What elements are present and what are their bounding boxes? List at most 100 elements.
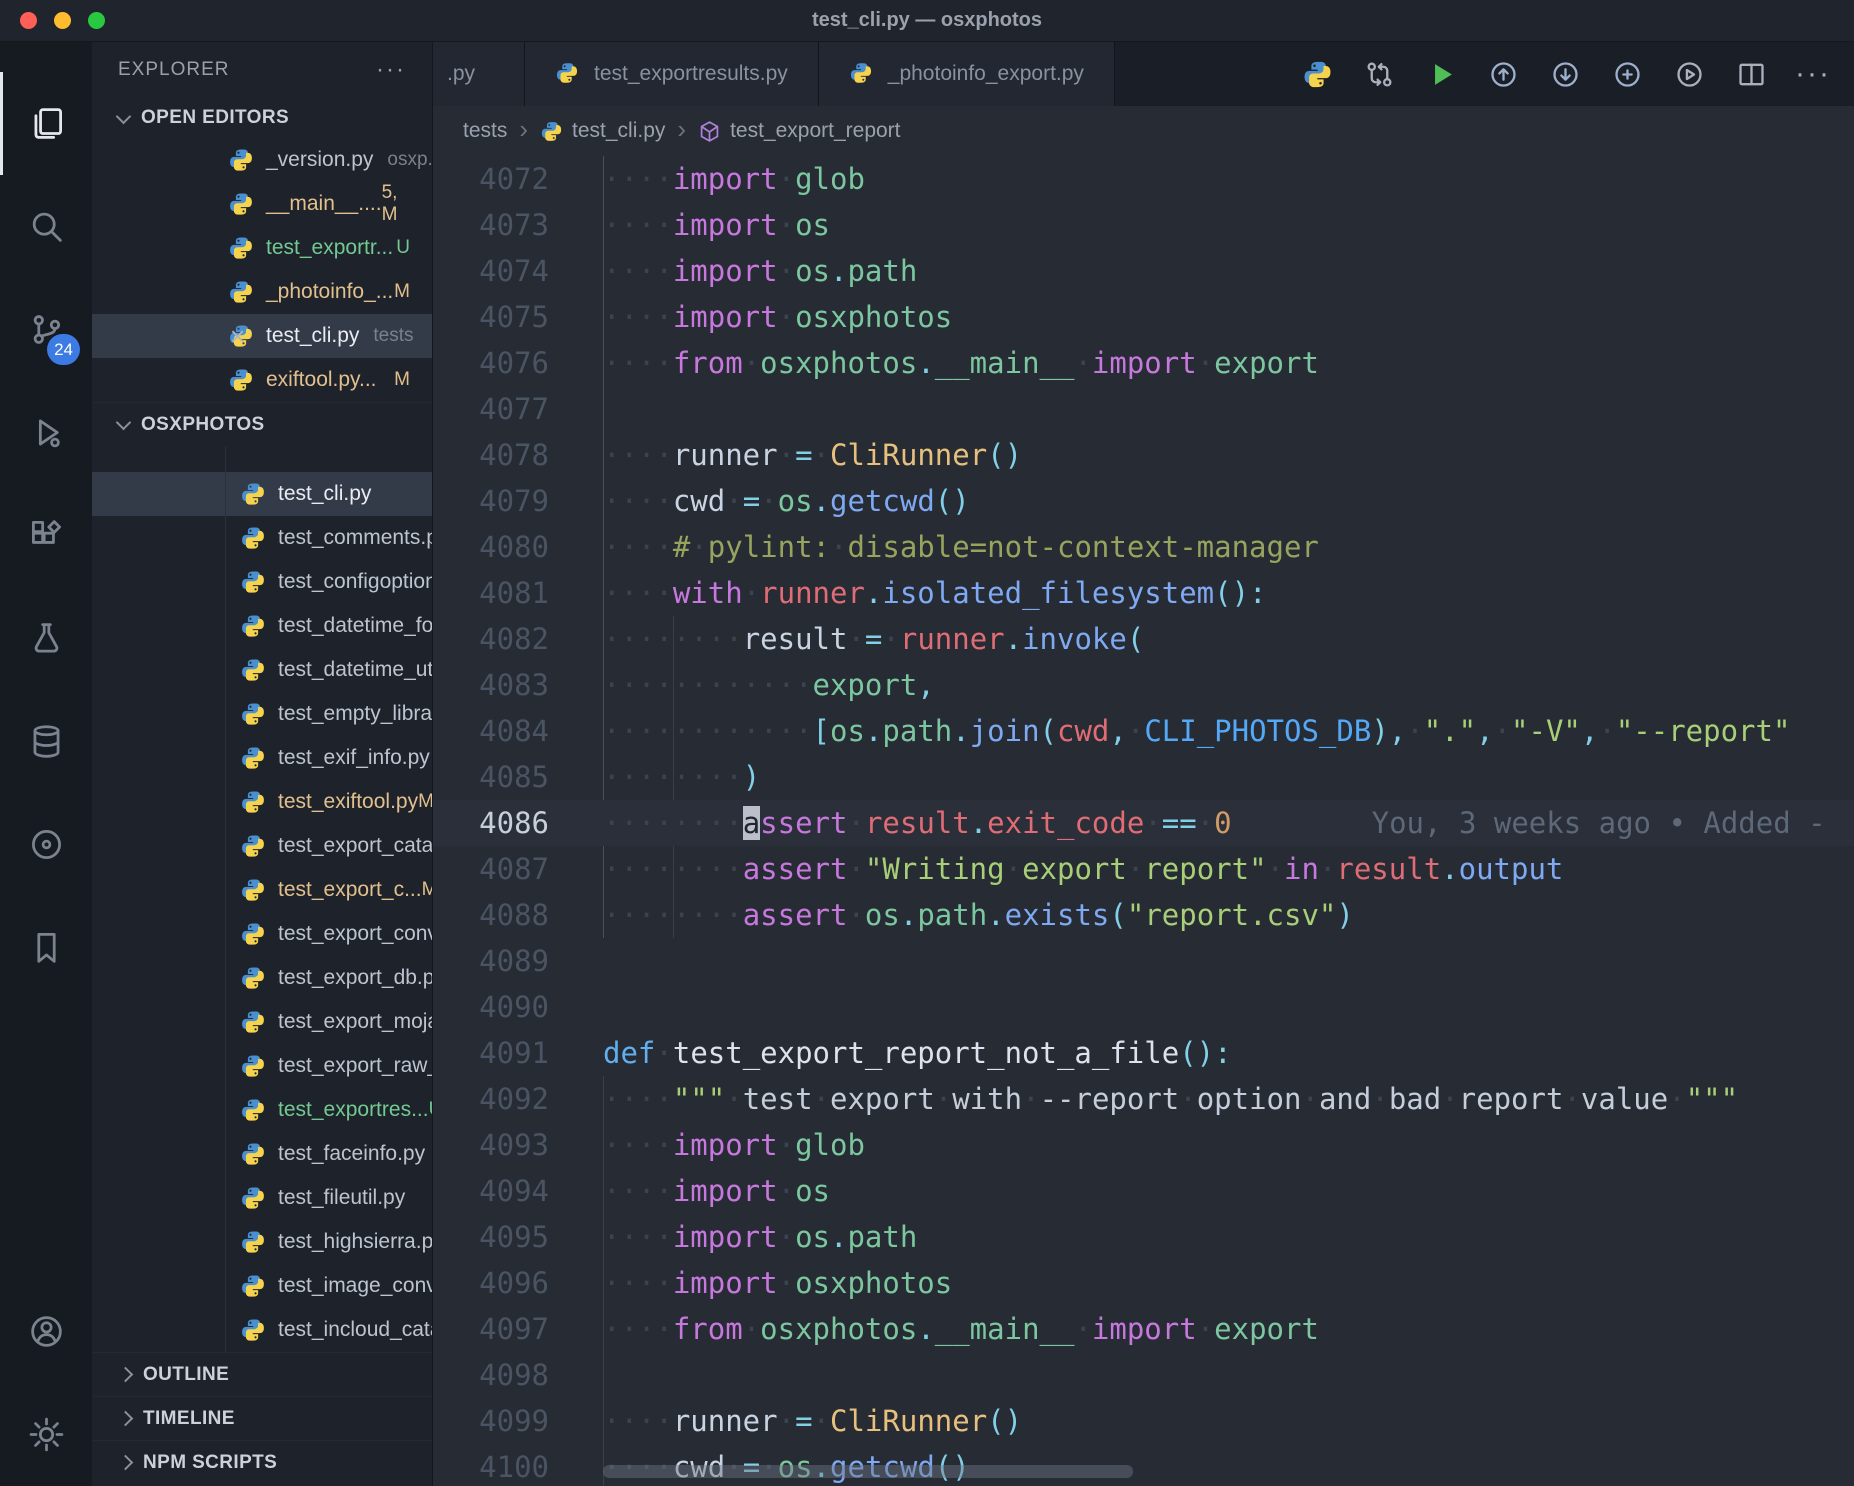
tree-item[interactable]: test_fileutil.py [92,1176,432,1220]
line-number[interactable]: 4075 [433,294,549,340]
horizontal-scrollbar[interactable] [603,1465,1133,1478]
code-line[interactable]: 4077 [433,386,1854,432]
line-number[interactable]: 4082 [433,616,549,662]
outline-section-header[interactable]: OUTLINE [92,1352,432,1396]
line-number[interactable]: 4073 [433,202,549,248]
bookmarks-icon[interactable] [0,896,92,999]
tree-item[interactable]: test_exif_info.py [92,736,432,780]
tree-item[interactable]: test_export_conver... [92,912,432,956]
tree-item[interactable]: test_export_c...M [92,868,432,912]
code-line[interactable]: 4097····from·osxphotos.__main__·import·e… [433,1306,1854,1352]
record-icon[interactable] [0,793,92,896]
open-editors-section-header[interactable]: OPEN EDITORS [92,98,432,138]
accounts-icon[interactable] [0,1280,92,1383]
code-line[interactable]: 4099····runner·=·CliRunner() [433,1398,1854,1444]
tree-item[interactable]: test_datetime_form... [92,604,432,648]
line-number[interactable]: 4097 [433,1306,549,1352]
npm-scripts-section-header[interactable]: NPM SCRIPTS [92,1440,432,1484]
tree-item[interactable]: test_empty_library_... [92,692,432,736]
tree-item[interactable]: test_export_catalin... [92,824,432,868]
line-number[interactable]: 4083 [433,662,549,708]
line-number[interactable]: 4074 [433,248,549,294]
line-number[interactable]: 4080 [433,524,549,570]
code-line[interactable]: 4091def·test_export_report_not_a_file(): [433,1030,1854,1076]
run-and-debug-icon[interactable] [1658,42,1720,106]
tree-item[interactable]: test_datetime_utils.... [92,648,432,692]
code-line[interactable]: 4088········assert·os.path.exists("repor… [433,892,1854,938]
line-number[interactable]: 4100 [433,1444,549,1486]
more-actions-icon[interactable]: ··· [376,56,406,84]
tree-item[interactable]: test_export_db.py [92,956,432,1000]
editor-tab[interactable]: .py [433,42,525,106]
tree-item[interactable]: test_incloud_catali... [92,1308,432,1352]
line-number[interactable]: 4098 [433,1352,549,1398]
line-number[interactable]: 4078 [433,432,549,478]
line-number[interactable]: 4090 [433,984,549,1030]
open-editor-item[interactable]: exiftool.py...M [92,358,432,402]
extensions-icon[interactable] [0,484,92,587]
close-editor-icon[interactable]: × [230,323,260,349]
tree-item[interactable]: test_highsierra.py [92,1220,432,1264]
line-number[interactable]: 4079 [433,478,549,524]
code-line[interactable]: 4089 [433,938,1854,984]
line-number[interactable]: 4088 [433,892,549,938]
code-line[interactable]: 4083············export, [433,662,1854,708]
search-icon[interactable] [0,175,92,278]
open-editor-item[interactable]: _photoinfo_...M [92,270,432,314]
code-line[interactable]: 4082········result·=·runner.invoke( [433,616,1854,662]
code-line[interactable]: 4076····from·osxphotos.__main__·import·e… [433,340,1854,386]
code-line[interactable]: 4087········assert·"Writing·export·repor… [433,846,1854,892]
open-editor-item[interactable]: __main__....5, M [92,182,432,226]
line-number[interactable]: 4096 [433,1260,549,1306]
tree-item[interactable]: test_configoptions.... [92,560,432,604]
open-changes-icon[interactable] [1596,42,1658,106]
code-line[interactable]: 4093····import·glob [433,1122,1854,1168]
line-number[interactable]: 4095 [433,1214,549,1260]
code-line[interactable]: 4081····with·runner.isolated_filesystem(… [433,570,1854,616]
code-line[interactable]: 4086········assert·result.exit_code·==·0… [433,800,1854,846]
database-icon[interactable] [0,690,92,793]
line-number[interactable]: 4084 [433,708,549,754]
line-number[interactable]: 4099 [433,1398,549,1444]
explorer-icon[interactable] [0,72,92,175]
minimize-window-button[interactable] [54,12,71,29]
code-line[interactable]: 4092····"""·test·export·with·--report·op… [433,1076,1854,1122]
more-actions-icon[interactable]: ··· [1782,42,1844,106]
next-change-icon[interactable] [1534,42,1596,106]
source-control-icon[interactable]: 24 [0,278,92,381]
git-compare-icon[interactable] [1348,42,1410,106]
line-number[interactable]: 4087 [433,846,549,892]
settings-icon[interactable] [0,1383,92,1486]
code-line[interactable]: 4074····import·os.path [433,248,1854,294]
code-line[interactable]: 4078····runner·=·CliRunner() [433,432,1854,478]
tree-item[interactable]: test_export_mojave... [92,1000,432,1044]
tree-item[interactable]: test_cli.py [92,472,432,516]
code-line[interactable]: 4090 [433,984,1854,1030]
code-editor[interactable]: 4072····import·glob4073····import·os4074… [433,156,1854,1486]
code-line[interactable]: 4073····import·os [433,202,1854,248]
editor-tab[interactable]: _photoinfo_export.py [819,42,1115,106]
line-number[interactable]: 4072 [433,156,549,202]
breadcrumb-item[interactable]: test_cli.py [540,119,665,143]
close-window-button[interactable] [20,12,37,29]
line-number[interactable]: 4093 [433,1122,549,1168]
line-number[interactable]: 4077 [433,386,549,432]
folder-section-header[interactable]: OSXPHOTOS [92,402,432,446]
zoom-window-button[interactable] [88,12,105,29]
tree-item[interactable]: test_exiftool.pyM [92,780,432,824]
code-line[interactable]: 4085········) [433,754,1854,800]
split-editor-icon[interactable] [1720,42,1782,106]
line-number[interactable]: 4076 [433,340,549,386]
breadcrumb-item[interactable]: test_export_report [698,119,900,143]
line-number[interactable]: 4089 [433,938,549,984]
tree-item[interactable]: test_export_raw_ca... [92,1044,432,1088]
open-editor-item[interactable]: _version.pyosxp... [92,138,432,182]
code-line[interactable]: 4080····#·pylint:·disable=not-context-ma… [433,524,1854,570]
code-line[interactable]: 4079····cwd·=·os.getcwd() [433,478,1854,524]
editor-tab[interactable]: test_exportresults.py [525,42,819,106]
code-line[interactable]: 4096····import·osxphotos [433,1260,1854,1306]
line-number[interactable]: 4091 [433,1030,549,1076]
tree-item[interactable]: test_image_convert... [92,1264,432,1308]
tree-item[interactable]: test_faceinfo.py [92,1132,432,1176]
line-number[interactable]: 4086 [433,800,549,846]
